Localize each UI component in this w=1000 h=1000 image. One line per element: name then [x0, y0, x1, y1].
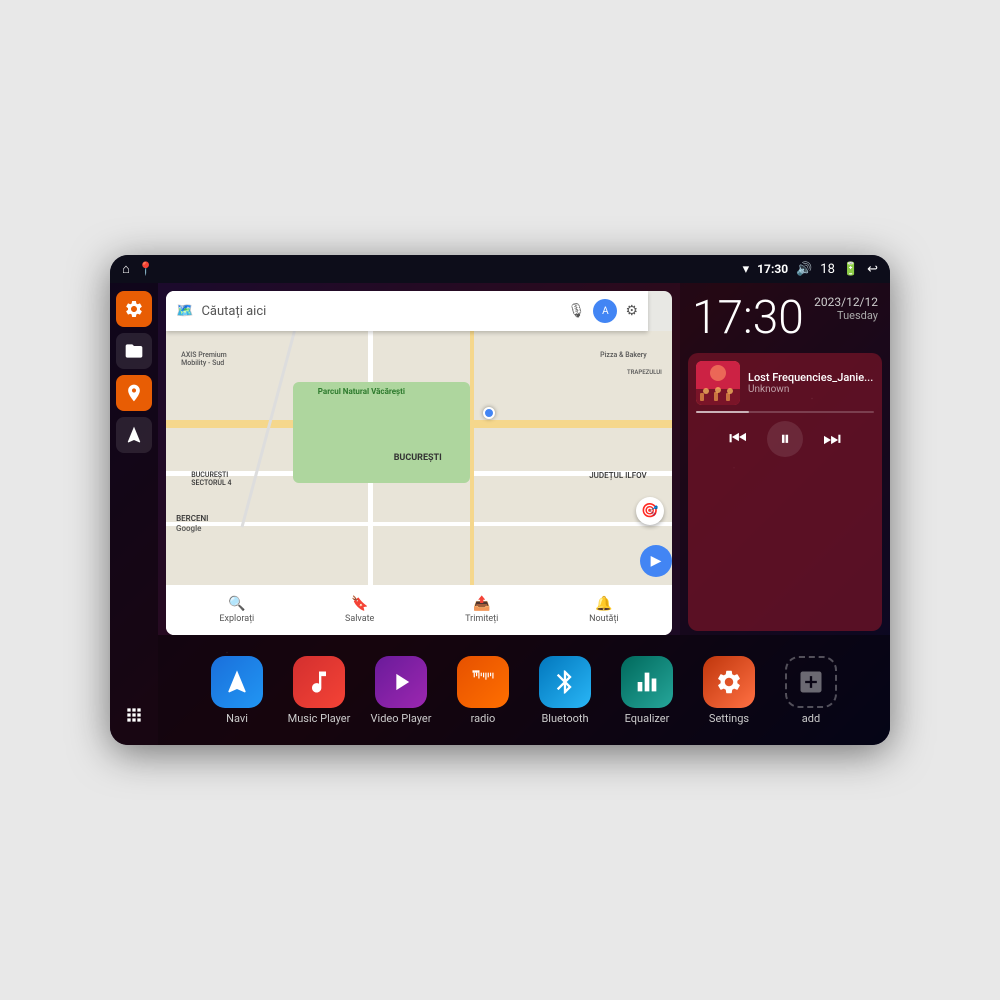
back-icon[interactable]: ↩: [867, 262, 878, 277]
map-updates-btn[interactable]: 🔔 Noutăți: [589, 596, 619, 624]
status-time: 17:30: [757, 262, 788, 276]
device-frame: ⌂ 📍 ▾ 17:30 🔊 18 🔋 ↩: [110, 255, 890, 745]
status-right: ▾ 17:30 🔊 18 🔋 ↩: [743, 262, 878, 277]
maps-logo-icon: 🗺️: [176, 303, 193, 319]
music-prev-btn[interactable]: ⏮: [729, 428, 747, 451]
clock-date-value: 2023/12/12: [814, 295, 878, 309]
music-next-btn[interactable]: ⏭: [823, 428, 841, 451]
app-music-player[interactable]: Music Player: [280, 656, 358, 725]
battery-icon: 🔋: [843, 262, 859, 277]
settings-icon: [703, 656, 755, 708]
music-progress-bar[interactable]: [696, 411, 874, 413]
radio-label: radio: [471, 712, 496, 725]
map-search-bar[interactable]: 🗺️ Căutați aici 🎙 A ⚙: [166, 291, 648, 331]
music-player-icon: [293, 656, 345, 708]
music-details: Lost Frequencies_Janie... Unknown: [748, 371, 874, 395]
app-dock: Navi Music Player Video Player: [158, 635, 890, 745]
mic-icon[interactable]: 🎙: [568, 303, 586, 319]
app-bluetooth[interactable]: Bluetooth: [526, 656, 604, 725]
add-icon: [785, 656, 837, 708]
wifi-icon: ▾: [743, 262, 750, 277]
video-player-label: Video Player: [371, 712, 432, 725]
video-player-icon: [375, 656, 427, 708]
app-video-player[interactable]: Video Player: [362, 656, 440, 725]
music-album-art: [696, 361, 740, 405]
map-visual: AXIS PremiumMobility - Sud Parcul Natura…: [166, 331, 672, 585]
google-logo: Google: [176, 524, 201, 533]
map-location-btn[interactable]: 🎯: [636, 497, 664, 525]
sidebar-files-icon[interactable]: [116, 333, 152, 369]
navi-label: Navi: [226, 712, 248, 725]
music-artist: Unknown: [748, 384, 874, 395]
navi-icon: [211, 656, 263, 708]
app-navi[interactable]: Navi: [198, 656, 276, 725]
app-radio[interactable]: radio: [444, 656, 522, 725]
account-icon[interactable]: A: [593, 299, 617, 323]
sidebar-settings-icon[interactable]: [116, 291, 152, 327]
right-panel: 17:30 2023/12/12 Tuesday: [680, 283, 890, 635]
clock-widget: 17:30 2023/12/12 Tuesday: [680, 283, 890, 349]
top-row: 🗺️ Căutați aici 🎙 A ⚙: [158, 283, 890, 635]
map-search-input[interactable]: Căutați aici: [201, 304, 559, 319]
music-info: Lost Frequencies_Janie... Unknown: [696, 361, 874, 405]
music-title: Lost Frequencies_Janie...: [748, 371, 874, 384]
settings-label: Settings: [709, 712, 749, 725]
content-pane: 🗺️ Căutați aici 🎙 A ⚙: [158, 283, 890, 745]
music-progress-fill: [696, 411, 749, 413]
map-container[interactable]: 🗺️ Căutați aici 🎙 A ⚙: [166, 291, 672, 635]
map-saved-btn[interactable]: 🔖 Salvate: [345, 596, 374, 624]
app-add[interactable]: add: [772, 656, 850, 725]
app-equalizer[interactable]: Equalizer: [608, 656, 686, 725]
map-area[interactable]: 🗺️ Căutați aici 🎙 A ⚙: [158, 283, 680, 635]
map-settings-icon[interactable]: ⚙: [625, 303, 638, 319]
bluetooth-label: Bluetooth: [541, 712, 588, 725]
maps-pin-icon[interactable]: 📍: [138, 262, 154, 277]
battery-level: 18: [820, 262, 835, 277]
music-controls: ⏮ ⏸ ⏭: [696, 421, 874, 457]
status-left: ⌂ 📍: [122, 261, 154, 277]
equalizer-label: Equalizer: [625, 712, 670, 725]
add-label: add: [802, 712, 820, 725]
status-bar: ⌂ 📍 ▾ 17:30 🔊 18 🔋 ↩: [110, 255, 890, 283]
map-bottom-bar: 🔍 Explorați 🔖 Salvate 📤 Trimiteți: [166, 585, 672, 635]
clock-day: Tuesday: [814, 309, 878, 322]
sidebar-maps-icon[interactable]: [116, 375, 152, 411]
sidebar-navigation-icon[interactable]: [116, 417, 152, 453]
clock-time: 17:30: [692, 295, 804, 341]
bluetooth-icon: [539, 656, 591, 708]
music-play-btn[interactable]: ⏸: [767, 421, 803, 457]
sidebar: [110, 283, 158, 745]
volume-icon: 🔊: [796, 262, 812, 277]
map-nav-btn[interactable]: ▶: [640, 545, 672, 577]
music-player-label: Music Player: [288, 712, 351, 725]
clock-date: 2023/12/12 Tuesday: [814, 295, 878, 322]
equalizer-icon: [621, 656, 673, 708]
home-icon[interactable]: ⌂: [122, 261, 130, 277]
map-share-btn[interactable]: 📤 Trimiteți: [465, 596, 498, 624]
main-area: 🗺️ Căutați aici 🎙 A ⚙: [110, 283, 890, 745]
sidebar-grid-icon[interactable]: [116, 697, 152, 733]
map-explore-btn[interactable]: 🔍 Explorați: [219, 596, 254, 624]
music-widget[interactable]: Lost Frequencies_Janie... Unknown ⏮ ⏸ ⏭: [688, 353, 882, 631]
radio-icon: [457, 656, 509, 708]
app-settings[interactable]: Settings: [690, 656, 768, 725]
